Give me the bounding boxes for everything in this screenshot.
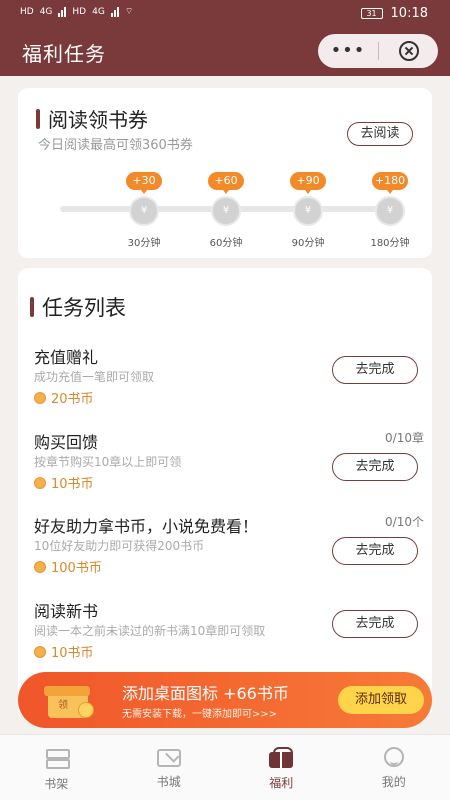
network-label: 4G xyxy=(39,6,53,17)
task-complete-button[interactable]: 去完成 xyxy=(332,453,418,481)
coin-icon xyxy=(34,560,46,573)
milestone-180: +180 ¥ 180分钟 xyxy=(360,172,420,249)
task-complete-button[interactable]: 去完成 xyxy=(332,356,418,384)
header: 福利任务 ••• xyxy=(0,28,450,76)
task-desc: 成功充值一笔即可领取 xyxy=(34,370,155,384)
milestone-60: +60 ¥ 60分钟 xyxy=(196,172,256,249)
task-desc: 阅读一本之前未读过的新书满10章即可领取 xyxy=(34,624,266,638)
task-name: 购买回馈 xyxy=(34,433,99,452)
nav-label: 书架 xyxy=(44,777,69,791)
banner-subtitle: 无需安装下载，一键添加即可>>> xyxy=(122,709,278,720)
nav-item-welfare[interactable]: 福利 xyxy=(225,735,338,800)
task-desc: 按章节购买10章以上即可领 xyxy=(34,455,182,469)
page-title: 福利任务 xyxy=(22,42,106,66)
title-accent-bar xyxy=(36,108,40,129)
task-list-card: 任务列表 充值赠礼 成功充值一笔即可领取 20书币 去完成 购买回馈 0/10章… xyxy=(18,268,432,718)
banner-title: 添加桌面图标 +66书币 xyxy=(122,684,289,703)
close-icon xyxy=(398,41,419,61)
status-bar: HD 4G HD 4G ⌔ 31 10:18 xyxy=(0,0,450,28)
gift-box-label: 领 xyxy=(58,700,68,711)
milestone-label: 30分钟 xyxy=(127,238,161,249)
signal-icon xyxy=(58,6,67,17)
battery-icon: 31 xyxy=(360,8,383,19)
task-reward: 20书币 xyxy=(51,392,94,407)
bottom-nav: 书架 书城 福利 我的 xyxy=(0,734,450,800)
task-reward: 100书币 xyxy=(51,561,102,576)
task-reward: 10书币 xyxy=(51,477,94,492)
reading-title: 阅读领书券 xyxy=(48,108,148,132)
coin-icon xyxy=(34,476,46,489)
coin-icon[interactable]: ¥ xyxy=(293,196,323,226)
add-claim-button[interactable]: 添加领取 xyxy=(338,686,424,714)
bookshelf-icon xyxy=(44,747,71,769)
bookstore-icon xyxy=(156,749,181,767)
milestone-90: +90 ¥ 90分钟 xyxy=(278,172,338,249)
go-read-button[interactable]: 去阅读 xyxy=(347,122,413,146)
coin-icon[interactable]: ¥ xyxy=(129,196,159,226)
signal-icon-2 xyxy=(110,6,119,17)
network-label-2: 4G xyxy=(92,6,105,17)
milestone-reward: +30 xyxy=(126,172,162,194)
nav-label: 福利 xyxy=(269,776,294,790)
add-desktop-icon-banner[interactable]: 领 添加桌面图标 +66书币 无需安装下载，一键添加即可>>> 添加领取 xyxy=(18,672,432,728)
task-desc: 10位好友助力即可获得200书币 xyxy=(34,539,205,553)
milestone-reward: +180 xyxy=(372,172,408,194)
nav-label: 书城 xyxy=(156,775,181,789)
milestone-reward: +60 xyxy=(208,172,244,194)
task-name: 好友助力拿书币，小说免费看！ xyxy=(34,517,259,536)
milestone-reward: +90 xyxy=(290,172,326,194)
coin-icon xyxy=(78,702,94,718)
nav-label: 我的 xyxy=(381,775,406,789)
close-button[interactable] xyxy=(379,41,438,61)
nav-item-profile[interactable]: 我的 xyxy=(338,735,450,800)
nav-item-bookstore[interactable]: 书城 xyxy=(113,735,226,800)
task-name: 阅读新书 xyxy=(34,602,99,621)
task-progress: 0/10章 xyxy=(385,431,424,445)
gift-icon xyxy=(269,747,294,768)
milestone-label: 90分钟 xyxy=(291,238,325,249)
hd-label: HD xyxy=(20,6,34,17)
reading-card: 阅读领书券 今日阅读最高可领360书券 去阅读 +30 ¥ 30分钟 +60 ¥… xyxy=(18,88,432,258)
gift-box-icon: 领 xyxy=(44,680,94,720)
coin-icon xyxy=(34,645,46,658)
task-complete-button[interactable]: 去完成 xyxy=(332,537,418,565)
task-complete-button[interactable]: 去完成 xyxy=(332,610,418,638)
milestone-label: 60分钟 xyxy=(209,238,243,249)
coin-icon[interactable]: ¥ xyxy=(211,196,241,226)
task-list-title: 任务列表 xyxy=(42,296,126,320)
nav-item-bookshelf[interactable]: 书架 xyxy=(0,735,113,800)
milestone-30: +30 ¥ 30分钟 xyxy=(114,172,174,249)
profile-icon xyxy=(383,747,404,767)
wifi-icon: ⌔ xyxy=(124,7,134,17)
task-reward: 10书币 xyxy=(51,646,94,661)
coin-icon xyxy=(34,391,46,404)
coin-icon[interactable]: ¥ xyxy=(375,196,405,226)
title-accent-bar xyxy=(30,297,34,317)
task-name: 充值赠礼 xyxy=(34,348,99,367)
reading-subtitle: 今日阅读最高可领360书券 xyxy=(38,138,193,153)
more-button[interactable]: ••• xyxy=(318,34,378,68)
hd-label-2: HD xyxy=(72,6,87,17)
task-progress: 0/10个 xyxy=(385,515,424,529)
milestone-label: 180分钟 xyxy=(370,238,410,249)
mini-program-capsule: ••• xyxy=(318,34,438,68)
clock: 10:18 xyxy=(390,6,428,21)
